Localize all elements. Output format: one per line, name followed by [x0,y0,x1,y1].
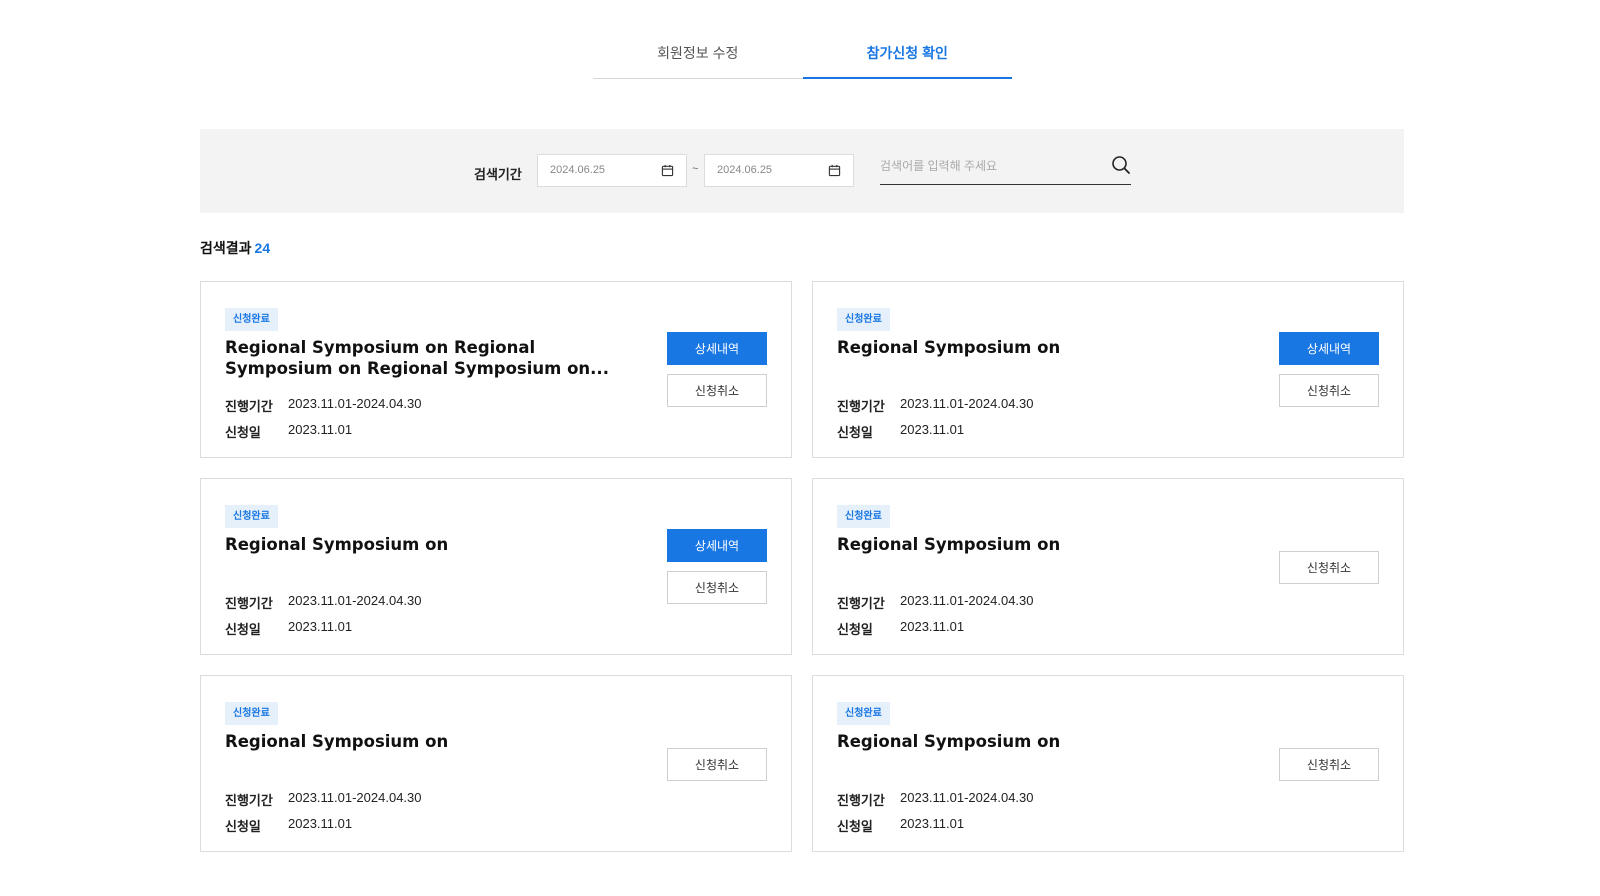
card-period: 진행기간 2023.11.01-2024.04.30 [837,790,1034,809]
result-count: 검색결과 24 [200,238,270,258]
date-from-value: 2024.06.25 [550,164,606,176]
cancel-button[interactable]: 신청취소 [667,571,767,604]
card-applied-date: 신청일 2023.11.01 [837,422,964,441]
application-card: 신청완료 Regional Symposium on 진행기간 2023.11.… [200,478,792,655]
date-to-field[interactable]: 2024.06.25 [704,154,854,187]
card-title: Regional Symposium on [225,732,449,751]
card-period: 진행기간 2023.11.01-2024.04.30 [225,396,422,415]
search-icon[interactable] [1111,155,1131,175]
keyword-search [880,151,1131,185]
card-title: Regional Symposium on [837,338,1061,357]
applied-label: 신청일 [225,622,261,637]
period-value: 2023.11.01-2024.04.30 [288,790,422,805]
card-applied-date: 신청일 2023.11.01 [225,816,352,835]
status-badge: 신청완료 [225,702,278,725]
search-period-label: 검색기간 [474,167,522,182]
status-badge: 신청완료 [837,505,890,528]
cancel-button[interactable]: 신청취소 [1279,748,1379,781]
application-card: 신청완료 Regional Symposium on 진행기간 2023.11.… [200,675,792,852]
detail-button[interactable]: 상세내역 [667,529,767,562]
card-applied-date: 신청일 2023.11.01 [837,619,964,638]
cancel-button[interactable]: 신청취소 [1279,551,1379,584]
card-title: Regional Symposium on [225,535,449,554]
applied-value: 2023.11.01 [288,422,353,437]
applied-value: 2023.11.01 [288,619,353,634]
status-badge: 신청완료 [225,308,278,331]
applied-label: 신청일 [837,622,873,637]
period-label: 진행기간 [837,793,885,808]
period-value: 2023.11.01-2024.04.30 [900,593,1034,608]
applied-value: 2023.11.01 [900,422,965,437]
period-value: 2023.11.01-2024.04.30 [288,593,422,608]
result-count-label: 검색결과 [200,240,252,256]
applied-label: 신청일 [837,425,873,440]
status-badge: 신청완료 [225,505,278,528]
date-from-field[interactable]: 2024.06.25 [537,154,687,187]
card-period: 진행기간 2023.11.01-2024.04.30 [837,593,1034,612]
card-title: Regional Symposium on [837,732,1061,751]
calendar-icon[interactable] [661,164,674,177]
date-to-value: 2024.06.25 [717,164,773,176]
card-applied-date: 신청일 2023.11.01 [225,422,352,441]
period-value: 2023.11.01-2024.04.30 [900,790,1034,805]
applied-label: 신청일 [225,819,261,834]
period-value: 2023.11.01-2024.04.30 [900,396,1034,411]
cancel-button[interactable]: 신청취소 [667,748,767,781]
result-count-number: 24 [254,240,271,256]
period-label: 진행기간 [225,399,273,414]
application-card: 신청완료 Regional Symposium on Regional Symp… [200,281,792,458]
period-label: 진행기간 [225,596,273,611]
applied-value: 2023.11.01 [900,816,965,831]
card-title: Regional Symposium on [837,535,1061,554]
account-tabs: 회원정보 수정 참가신청 확인 [593,34,1012,79]
period-value: 2023.11.01-2024.04.30 [288,396,422,411]
card-period: 진행기간 2023.11.01-2024.04.30 [225,593,422,612]
applied-label: 신청일 [225,425,261,440]
search-input[interactable] [880,151,1090,181]
card-period: 진행기간 2023.11.01-2024.04.30 [837,396,1034,415]
application-card: 신청완료 Regional Symposium on 진행기간 2023.11.… [812,281,1404,458]
calendar-icon[interactable] [828,164,841,177]
date-separator: ~ [692,163,699,175]
application-card: 신청완료 Regional Symposium on 진행기간 2023.11.… [812,478,1404,655]
period-label: 진행기간 [837,596,885,611]
cancel-button[interactable]: 신청취소 [1279,374,1379,407]
period-label: 진행기간 [225,793,273,808]
applied-value: 2023.11.01 [288,816,353,831]
applied-value: 2023.11.01 [900,619,965,634]
card-applied-date: 신청일 2023.11.01 [837,816,964,835]
card-title: Regional Symposium on Regional Symposium… [225,338,609,378]
status-badge: 신청완료 [837,308,890,331]
tab-edit-member-info[interactable]: 회원정보 수정 [593,34,803,78]
status-badge: 신청완료 [837,702,890,725]
search-panel: 검색기간 2024.06.25 ~ 2024.06.25 [200,129,1404,213]
detail-button[interactable]: 상세내역 [667,332,767,365]
card-period: 진행기간 2023.11.01-2024.04.30 [225,790,422,809]
cancel-button[interactable]: 신청취소 [667,374,767,407]
card-applied-date: 신청일 2023.11.01 [225,619,352,638]
detail-button[interactable]: 상세내역 [1279,332,1379,365]
applied-label: 신청일 [837,819,873,834]
application-card-list: 신청완료 Regional Symposium on Regional Symp… [200,281,1404,852]
tab-application-check[interactable]: 참가신청 확인 [802,34,1012,79]
application-card: 신청완료 Regional Symposium on 진행기간 2023.11.… [812,675,1404,852]
period-label: 진행기간 [837,399,885,414]
